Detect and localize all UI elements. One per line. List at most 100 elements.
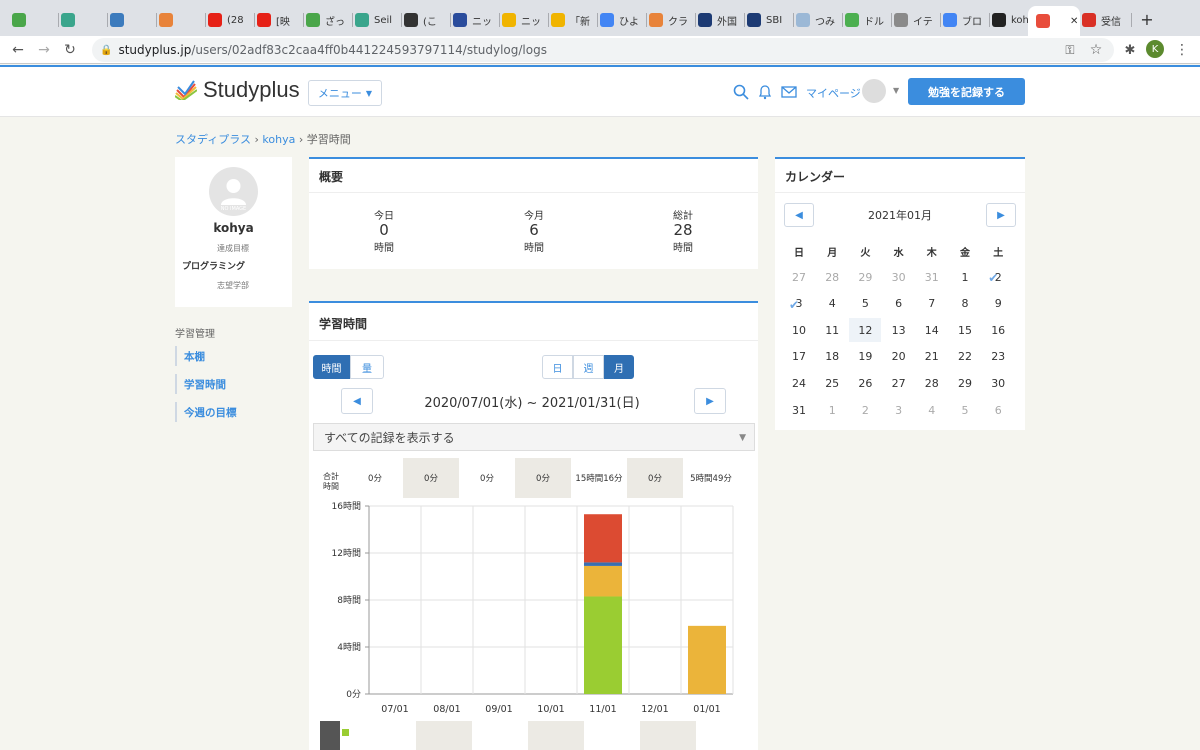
menu-button[interactable]: メニュー ▼ <box>308 80 382 106</box>
calendar-day[interactable]: 24 <box>783 371 815 395</box>
calendar-day[interactable]: 2 <box>849 398 881 422</box>
calendar-day[interactable]: 9 <box>982 292 1014 316</box>
calendar-day[interactable]: 20 <box>883 345 915 369</box>
browser-tab[interactable] <box>110 8 157 32</box>
calendar-day[interactable]: 1 <box>816 398 848 422</box>
mypage-link[interactable]: マイページ <box>806 85 861 101</box>
browser-tab[interactable]: [映 <box>257 8 304 32</box>
profile-avatar[interactable]: NO IMAGE <box>209 167 258 216</box>
calendar-day[interactable]: 17 <box>783 345 815 369</box>
browser-tab[interactable]: ざっ <box>306 8 353 32</box>
calendar-day[interactable]: 26 <box>849 371 881 395</box>
browser-tab[interactable]: ニッ <box>453 8 500 32</box>
calendar-day[interactable]: 8 <box>949 292 981 316</box>
key-icon[interactable]: ⚿ <box>1060 40 1080 60</box>
calendar-day[interactable]: 25 <box>816 371 848 395</box>
sbi-icon <box>747 13 761 27</box>
period-day-toggle[interactable]: 日 <box>542 355 573 379</box>
calendar-day[interactable]: 11 <box>816 318 848 342</box>
calendar-day[interactable]: 29 <box>849 265 881 289</box>
calendar-day[interactable]: 14 <box>916 318 948 342</box>
browser-tab[interactable]: ブロ <box>943 8 990 32</box>
studyplus-logo[interactable]: Studyplus <box>175 77 300 103</box>
period-week-toggle[interactable]: 週 <box>573 355 604 379</box>
browser-tab[interactable] <box>159 8 206 32</box>
user-avatar[interactable] <box>862 79 886 103</box>
calendar-day[interactable]: 15 <box>949 318 981 342</box>
calendar-day[interactable]: 28 <box>816 265 848 289</box>
calendar-day[interactable]: 1 <box>949 265 981 289</box>
star-icon[interactable]: ☆ <box>1086 40 1106 60</box>
address-bar[interactable]: 🔒 studyplus.jp/users/02adf83c2caa4ff0b44… <box>92 38 1114 62</box>
calendar-next-button[interactable]: ▶ <box>986 203 1016 227</box>
mode-time-toggle[interactable]: 時間 <box>313 355 350 379</box>
period-month-toggle[interactable]: 月 <box>604 355 634 379</box>
calendar-day[interactable]: 29 <box>949 371 981 395</box>
calendar-day[interactable]: 30 <box>883 265 915 289</box>
browser-tab[interactable]: ひよ <box>600 8 647 32</box>
back-icon[interactable]: ← <box>8 40 28 60</box>
calendar-day[interactable]: 30 <box>982 371 1014 395</box>
browser-tab[interactable]: ニッ <box>502 8 549 32</box>
browser-tab[interactable]: イテ <box>894 8 941 32</box>
calendar-day[interactable]: 13 <box>883 318 915 342</box>
forward-icon[interactable]: → <box>34 40 54 60</box>
bell-icon[interactable] <box>756 83 774 101</box>
calendar-day[interactable]: 10 <box>783 318 815 342</box>
new-tab-icon[interactable]: + <box>1138 10 1156 29</box>
mail-icon[interactable] <box>780 83 798 101</box>
calendar-day[interactable]: 4 <box>816 292 848 316</box>
browser-tab[interactable] <box>61 8 108 32</box>
calendar-day[interactable]: 7 <box>916 292 948 316</box>
calendar-day[interactable]: 5 <box>849 292 881 316</box>
calendar-day[interactable]: 5 <box>949 398 981 422</box>
calendar-day[interactable]: 22 <box>949 345 981 369</box>
reload-icon[interactable]: ↻ <box>60 40 80 60</box>
calendar-day[interactable]: 28 <box>916 371 948 395</box>
browser-tab[interactable]: Seil <box>355 8 402 32</box>
browser-tab[interactable]: SBI <box>747 8 794 32</box>
calendar-day[interactable]: 21 <box>916 345 948 369</box>
calendar-day[interactable]: 27 <box>783 265 815 289</box>
profile-name[interactable]: kohya <box>175 221 292 235</box>
sidebar-item-weekly-goal[interactable]: 今週の目標 <box>175 402 237 422</box>
browser-tab[interactable]: 「新 <box>551 8 598 32</box>
caret-down-icon[interactable]: ▼ <box>893 86 899 95</box>
calendar-day[interactable]: 18 <box>816 345 848 369</box>
browser-tab[interactable]: ✕ <box>1028 6 1080 36</box>
calendar-day[interactable]: 19 <box>849 345 881 369</box>
calendar-day[interactable]: 27 <box>883 371 915 395</box>
extensions-icon[interactable]: ✱ <box>1120 40 1140 60</box>
calendar-day[interactable]: 6 <box>883 292 915 316</box>
sidebar-item-bookshelf[interactable]: 本棚 <box>175 346 205 366</box>
browser-tab[interactable]: 受信 <box>1082 8 1132 32</box>
search-icon[interactable] <box>732 83 750 101</box>
mode-amount-toggle[interactable]: 量 <box>350 355 384 379</box>
browser-tab[interactable]: クラ <box>649 8 696 32</box>
breadcrumb-user[interactable]: kohya <box>262 133 295 146</box>
browser-tab[interactable]: つみ <box>796 8 843 32</box>
breadcrumb-home[interactable]: スタディプラス <box>175 133 251 146</box>
browser-tab[interactable]: ドル <box>845 8 892 32</box>
calendar-day[interactable]: 23 <box>982 345 1014 369</box>
calendar-day[interactable]: 3 ✔ <box>783 292 815 316</box>
calendar-day[interactable]: 12 <box>849 318 882 343</box>
browser-profile-avatar[interactable]: K <box>1146 40 1164 58</box>
browser-tab[interactable]: (28 <box>208 8 255 32</box>
browser-tab[interactable]: (こ <box>404 8 451 32</box>
close-tab-icon[interactable]: ✕ <box>1070 16 1078 27</box>
next-period-button[interactable]: ▶ <box>694 388 726 414</box>
record-filter-select[interactable]: すべての記録を表示する ▼ <box>313 423 755 451</box>
sidebar-item-study-time[interactable]: 学習時間 <box>175 374 226 394</box>
calendar-day[interactable]: 2 ✔ <box>982 265 1014 289</box>
calendar-day[interactable]: 16 <box>982 318 1014 342</box>
calendar-day[interactable]: 3 <box>883 398 915 422</box>
record-study-button[interactable]: 勉強を記録する <box>908 78 1025 105</box>
browser-tab[interactable]: 外国 <box>698 8 745 32</box>
browser-tab[interactable] <box>12 8 59 32</box>
calendar-day[interactable]: 4 <box>916 398 948 422</box>
calendar-day[interactable]: 31 <box>783 398 815 422</box>
calendar-day[interactable]: 6 <box>982 398 1014 422</box>
more-menu-icon[interactable]: ⋮ <box>1172 40 1192 60</box>
calendar-day[interactable]: 31 <box>916 265 948 289</box>
